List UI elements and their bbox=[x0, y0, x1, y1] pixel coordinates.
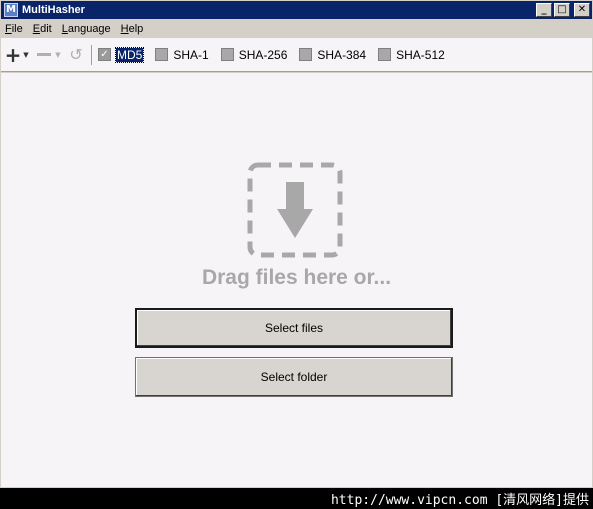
watermark-text: http://www.vipcn.com [清风网络]提供 bbox=[330, 493, 589, 508]
sha384-label: SHA-384 bbox=[317, 47, 367, 62]
toolbar: + ▼ ▼ ↺ ✓ MD5 SHA-1 SHA-256 SHA-384 SHA-… bbox=[1, 38, 592, 72]
window-controls: _ □ ✕ bbox=[536, 3, 590, 17]
refresh-icon[interactable]: ↺ bbox=[67, 45, 85, 65]
minus-icon[interactable] bbox=[35, 45, 53, 65]
toolbar-separator bbox=[91, 44, 92, 65]
app-window: M MultiHasher _ □ ✕ File Edit Language H… bbox=[0, 0, 593, 488]
drop-area[interactable]: Drag files here or... Select files Selec… bbox=[1, 73, 592, 487]
sha512-checkbox[interactable] bbox=[378, 48, 392, 61]
sha1-checkbox[interactable] bbox=[155, 48, 169, 61]
menu-language[interactable]: Language bbox=[62, 23, 111, 35]
sha384-checkbox[interactable] bbox=[299, 48, 313, 61]
app-icon: M bbox=[4, 3, 18, 17]
download-arrow-icon bbox=[247, 162, 343, 258]
menu-bar: File Edit Language Help bbox=[1, 19, 592, 38]
maximize-button[interactable]: □ bbox=[554, 3, 570, 17]
title-bar[interactable]: M MultiHasher _ □ ✕ bbox=[1, 1, 592, 19]
hash-option-md5[interactable]: ✓ MD5 bbox=[98, 46, 145, 63]
drop-hint-text: Drag files here or... bbox=[201, 266, 392, 289]
menu-help[interactable]: Help bbox=[121, 23, 144, 35]
hash-option-sha1[interactable]: SHA-1 bbox=[155, 47, 209, 62]
hash-option-sha256[interactable]: SHA-256 bbox=[220, 47, 288, 62]
sha1-label: SHA-1 bbox=[173, 47, 209, 62]
select-folder-button[interactable]: Select folder bbox=[135, 357, 453, 397]
md5-checkbox[interactable]: ✓ bbox=[98, 48, 111, 61]
menu-edit[interactable]: Edit bbox=[33, 23, 52, 35]
md5-label: MD5 bbox=[114, 46, 145, 63]
sha512-label: SHA-512 bbox=[396, 47, 445, 62]
close-button[interactable]: ✕ bbox=[574, 3, 590, 17]
add-dropdown-arrow-icon[interactable]: ▼ bbox=[21, 45, 31, 65]
plus-icon[interactable]: + bbox=[5, 45, 22, 65]
window-title: MultiHasher bbox=[22, 4, 85, 16]
hash-option-sha512[interactable]: SHA-512 bbox=[378, 48, 445, 62]
remove-dropdown-arrow-icon[interactable]: ▼ bbox=[53, 45, 63, 65]
menu-file[interactable]: File bbox=[5, 23, 23, 35]
sha256-label: SHA-256 bbox=[238, 47, 288, 62]
select-files-button[interactable]: Select files bbox=[135, 308, 453, 348]
sha256-checkbox[interactable] bbox=[220, 48, 234, 61]
hash-option-sha384[interactable]: SHA-384 bbox=[299, 48, 366, 62]
minimize-button[interactable]: _ bbox=[536, 3, 552, 17]
